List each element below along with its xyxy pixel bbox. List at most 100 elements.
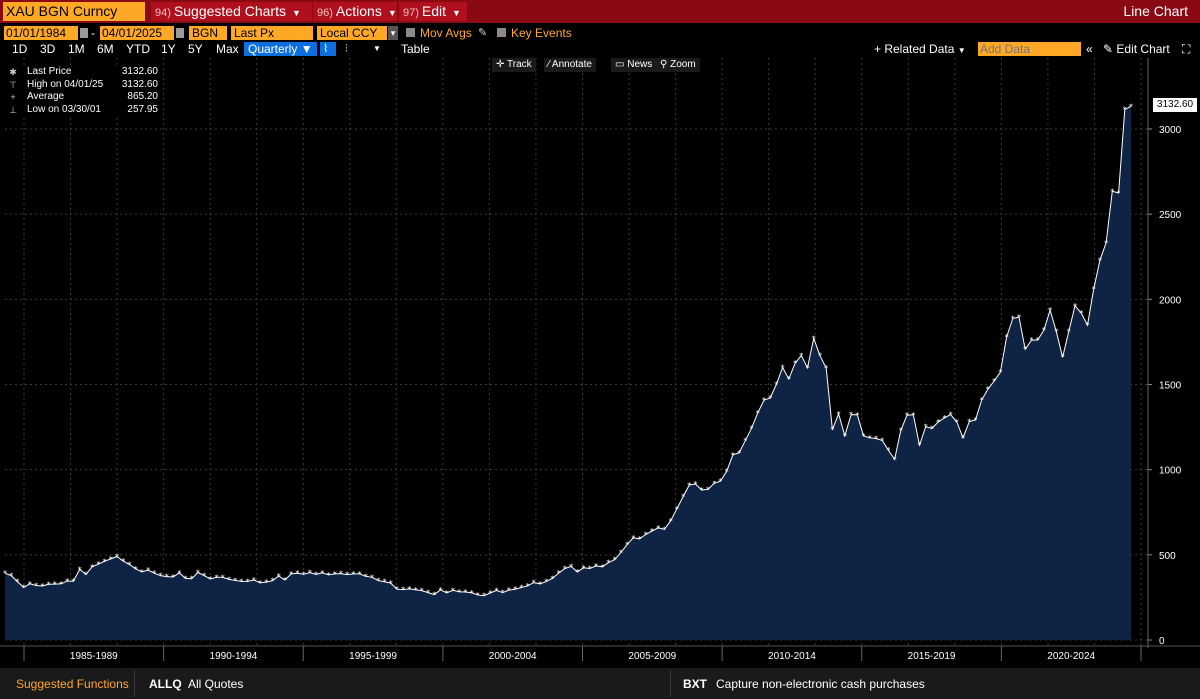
asterisk-icon: ✱ — [9, 67, 17, 77]
data-point: * — [171, 573, 175, 582]
data-point: * — [482, 592, 486, 601]
legend-row-average: + Average 865.20 — [6, 91, 158, 104]
data-point: * — [451, 586, 455, 595]
dropdown-arrow-icon: ▼ — [957, 46, 966, 55]
data-point: * — [1042, 326, 1046, 335]
data-point: * — [656, 524, 660, 533]
y-tick-label: 500 — [1159, 551, 1176, 562]
data-point: * — [787, 375, 791, 384]
bxt-code[interactable]: BXT — [683, 677, 707, 691]
data-point: * — [613, 556, 617, 565]
table-button[interactable]: Table — [401, 42, 430, 56]
timeframe-1d[interactable]: 1D — [12, 42, 27, 56]
price-chart[interactable]: * * * * * * * * * * * * * * * * * * * * * * * * * * * * * * * * * * * * * * * *… — [0, 58, 1200, 668]
edit-chart-button[interactable]: ✎ Edit Chart — [1103, 42, 1170, 56]
data-point: * — [1011, 314, 1015, 323]
data-point: * — [152, 569, 156, 578]
data-point: * — [28, 580, 32, 589]
calendar-icon[interactable] — [176, 28, 184, 38]
data-point: * — [843, 432, 847, 441]
x-tick-label: 2005-2009 — [628, 651, 676, 662]
suggested-functions-link[interactable]: Suggested Functions — [16, 677, 129, 691]
expand-icon[interactable]: ⛶ — [1182, 42, 1190, 56]
data-point: * — [115, 553, 119, 562]
mov-avgs-label[interactable]: Mov Avgs — [420, 26, 472, 40]
candle-chart-icon[interactable]: ⫶ — [345, 42, 348, 56]
edit-menu[interactable]: 97) Edit ▼ — [399, 2, 467, 21]
news-label: News — [627, 59, 653, 70]
data-point: * — [420, 587, 424, 596]
timeframe-1y[interactable]: 1Y — [161, 42, 176, 56]
related-data-button[interactable]: + Related Data ▼ — [874, 42, 966, 56]
bxt-label[interactable]: Capture non-electronic cash purchases — [716, 677, 925, 691]
data-point: * — [967, 418, 971, 427]
data-point: * — [109, 555, 113, 564]
data-point: * — [103, 557, 107, 566]
data-point: * — [973, 416, 977, 425]
data-point: * — [569, 562, 573, 571]
annotate-label: Annotate — [551, 59, 592, 70]
data-point: * — [949, 410, 953, 419]
line-chart-icon[interactable]: ⌇ — [320, 42, 336, 56]
data-point: * — [457, 588, 461, 597]
data-point: * — [1067, 327, 1071, 336]
y-tick-label: 0 — [1159, 636, 1165, 647]
periodicity-dropdown[interactable]: Quarterly ▼ — [244, 42, 317, 56]
data-point: * — [78, 565, 82, 574]
collapse-icon[interactable]: « — [1086, 42, 1093, 56]
field-selector[interactable]: Last Px — [231, 26, 313, 40]
pencil-icon[interactable]: ✎ — [478, 26, 487, 40]
start-date-field[interactable]: 01/01/1984 — [4, 26, 78, 40]
timeframe-1m[interactable]: 1M — [68, 42, 85, 56]
timeframe-6m[interactable]: 6M — [97, 42, 114, 56]
data-point: * — [675, 505, 679, 514]
end-date-field[interactable]: 04/01/2025 — [100, 26, 174, 40]
timeframe-5y[interactable]: 5Y — [188, 42, 203, 56]
data-point: * — [1029, 336, 1033, 345]
allq-label[interactable]: All Quotes — [188, 677, 243, 691]
x-tick-label: 2010-2014 — [768, 651, 816, 662]
chart-style-dropdown-icon[interactable]: ▼ — [373, 42, 381, 56]
currency-dropdown-icon[interactable]: ▾ — [388, 26, 398, 40]
pencil-icon: ✎ — [1103, 42, 1114, 56]
data-point: * — [239, 577, 243, 586]
news-tool[interactable]: ▭ News — [611, 58, 657, 72]
data-point: * — [582, 564, 586, 573]
data-point: * — [619, 548, 623, 557]
currency-field[interactable]: Local CCY — [317, 26, 387, 40]
data-point: * — [942, 414, 946, 423]
zoom-tool[interactable]: ⚲ Zoom — [656, 58, 700, 72]
data-point: * — [930, 424, 934, 433]
ticker-field[interactable]: XAU BGN Curncy — [3, 2, 145, 21]
data-point: * — [376, 577, 380, 586]
add-data-input[interactable] — [978, 42, 1081, 56]
dropdown-arrow-icon: ▼ — [300, 42, 313, 56]
data-point: * — [998, 368, 1002, 377]
allq-code[interactable]: ALLQ — [149, 677, 182, 691]
mov-avgs-checkbox[interactable] — [406, 28, 415, 37]
timeframe-max[interactable]: Max — [216, 42, 239, 56]
calendar-icon[interactable] — [80, 28, 88, 38]
data-point: * — [221, 573, 225, 582]
data-point: * — [488, 589, 492, 598]
annotate-tool[interactable]: ⁄ Annotate — [544, 58, 596, 72]
data-point: * — [1036, 336, 1040, 345]
legend-row-last-price: ✱ Last Price 3132.60 — [6, 66, 158, 79]
key-events-checkbox[interactable] — [497, 28, 506, 37]
data-point: * — [768, 394, 772, 403]
track-tool[interactable]: ✛ Track — [492, 58, 536, 72]
timeframe-ytd[interactable]: YTD — [126, 42, 150, 56]
data-point: * — [3, 569, 7, 578]
data-point: * — [227, 575, 231, 584]
timeframe-3d[interactable]: 3D — [40, 42, 55, 56]
source-field[interactable]: BGN — [189, 26, 227, 40]
actions-menu[interactable]: 96) Actions ▼ — [313, 2, 397, 21]
data-point: * — [737, 449, 741, 458]
data-point: * — [438, 586, 442, 595]
suggested-charts-menu[interactable]: 94) Suggested Charts ▼ — [151, 2, 312, 21]
key-events-label[interactable]: Key Events — [511, 26, 572, 40]
low-icon: ⊥ — [9, 104, 17, 115]
data-point: * — [526, 582, 530, 591]
data-point: * — [65, 577, 69, 586]
data-point: * — [326, 571, 330, 580]
